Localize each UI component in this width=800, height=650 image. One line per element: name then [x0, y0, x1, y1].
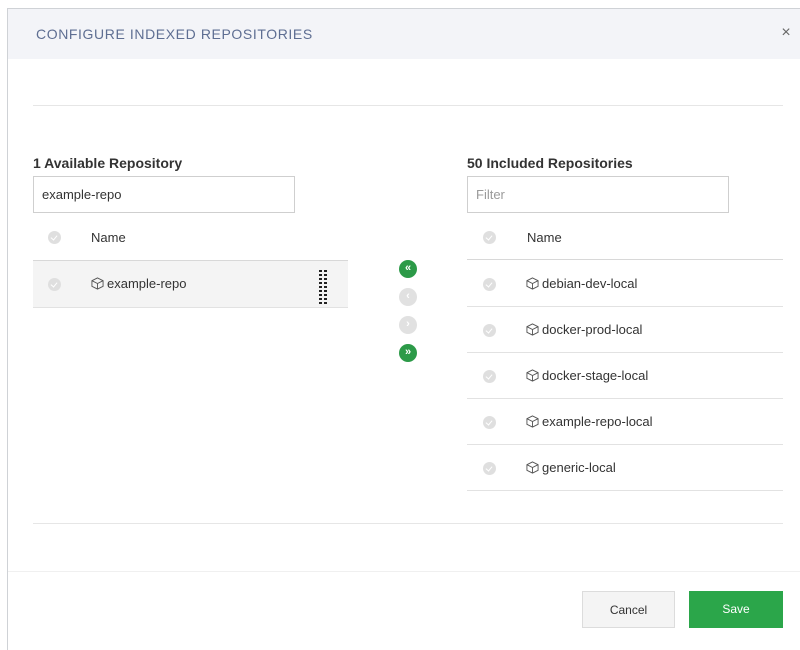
- included-panel-title: 50 Included Repositories: [467, 155, 633, 171]
- available-panel-title: 1 Available Repository: [33, 155, 183, 171]
- repo-name: generic-local: [542, 460, 616, 475]
- package-icon: [526, 277, 539, 290]
- repo-name: example-repo: [107, 276, 187, 291]
- package-icon: [526, 323, 539, 336]
- included-column-name: Name: [527, 230, 562, 245]
- top-divider: [33, 105, 783, 106]
- available-column-name: Name: [91, 230, 126, 245]
- package-icon: [91, 277, 104, 290]
- repo-name: example-repo-local: [542, 414, 653, 429]
- repo-name: docker-stage-local: [542, 368, 649, 383]
- repo-name: docker-prod-local: [542, 322, 643, 337]
- cancel-button[interactable]: Cancel: [582, 591, 675, 628]
- row-checkbox[interactable]: [483, 324, 496, 337]
- close-icon[interactable]: ×: [776, 23, 796, 43]
- drag-handle-icon[interactable]: [319, 270, 327, 304]
- bottom-divider: [33, 523, 783, 524]
- select-all-available-checkbox[interactable]: [48, 231, 61, 244]
- list-item[interactable]: example-repo: [33, 260, 348, 308]
- move-all-left-button[interactable]: «: [399, 260, 417, 278]
- list-item[interactable]: docker-stage-local: [467, 353, 783, 399]
- footer-divider: [8, 571, 800, 572]
- row-checkbox[interactable]: [48, 278, 61, 291]
- package-icon: [526, 461, 539, 474]
- package-icon: [526, 369, 539, 382]
- list-item[interactable]: generic-local: [467, 445, 783, 491]
- row-checkbox[interactable]: [483, 462, 496, 475]
- package-icon: [526, 415, 539, 428]
- list-item[interactable]: debian-dev-local: [467, 261, 783, 307]
- dialog-title: CONFIGURE INDEXED REPOSITORIES: [36, 26, 313, 42]
- configure-repositories-dialog: CONFIGURE INDEXED REPOSITORIES × 1 Avail…: [7, 8, 800, 650]
- available-search-input[interactable]: [33, 176, 295, 213]
- repo-name: debian-dev-local: [542, 276, 638, 291]
- select-all-included-checkbox[interactable]: [483, 231, 496, 244]
- save-button[interactable]: Save: [689, 591, 783, 628]
- move-left-button[interactable]: ‹: [399, 288, 417, 306]
- included-column-header: Name: [467, 214, 783, 260]
- list-item[interactable]: docker-prod-local: [467, 307, 783, 353]
- included-filter-input[interactable]: [467, 176, 729, 213]
- row-checkbox[interactable]: [483, 416, 496, 429]
- row-checkbox[interactable]: [483, 370, 496, 383]
- list-item[interactable]: example-repo-local: [467, 399, 783, 445]
- available-column-header: Name: [33, 214, 348, 260]
- dialog-header: CONFIGURE INDEXED REPOSITORIES ×: [8, 9, 800, 59]
- move-all-right-button[interactable]: »: [399, 344, 417, 362]
- row-checkbox[interactable]: [483, 278, 496, 291]
- move-right-button[interactable]: ›: [399, 316, 417, 334]
